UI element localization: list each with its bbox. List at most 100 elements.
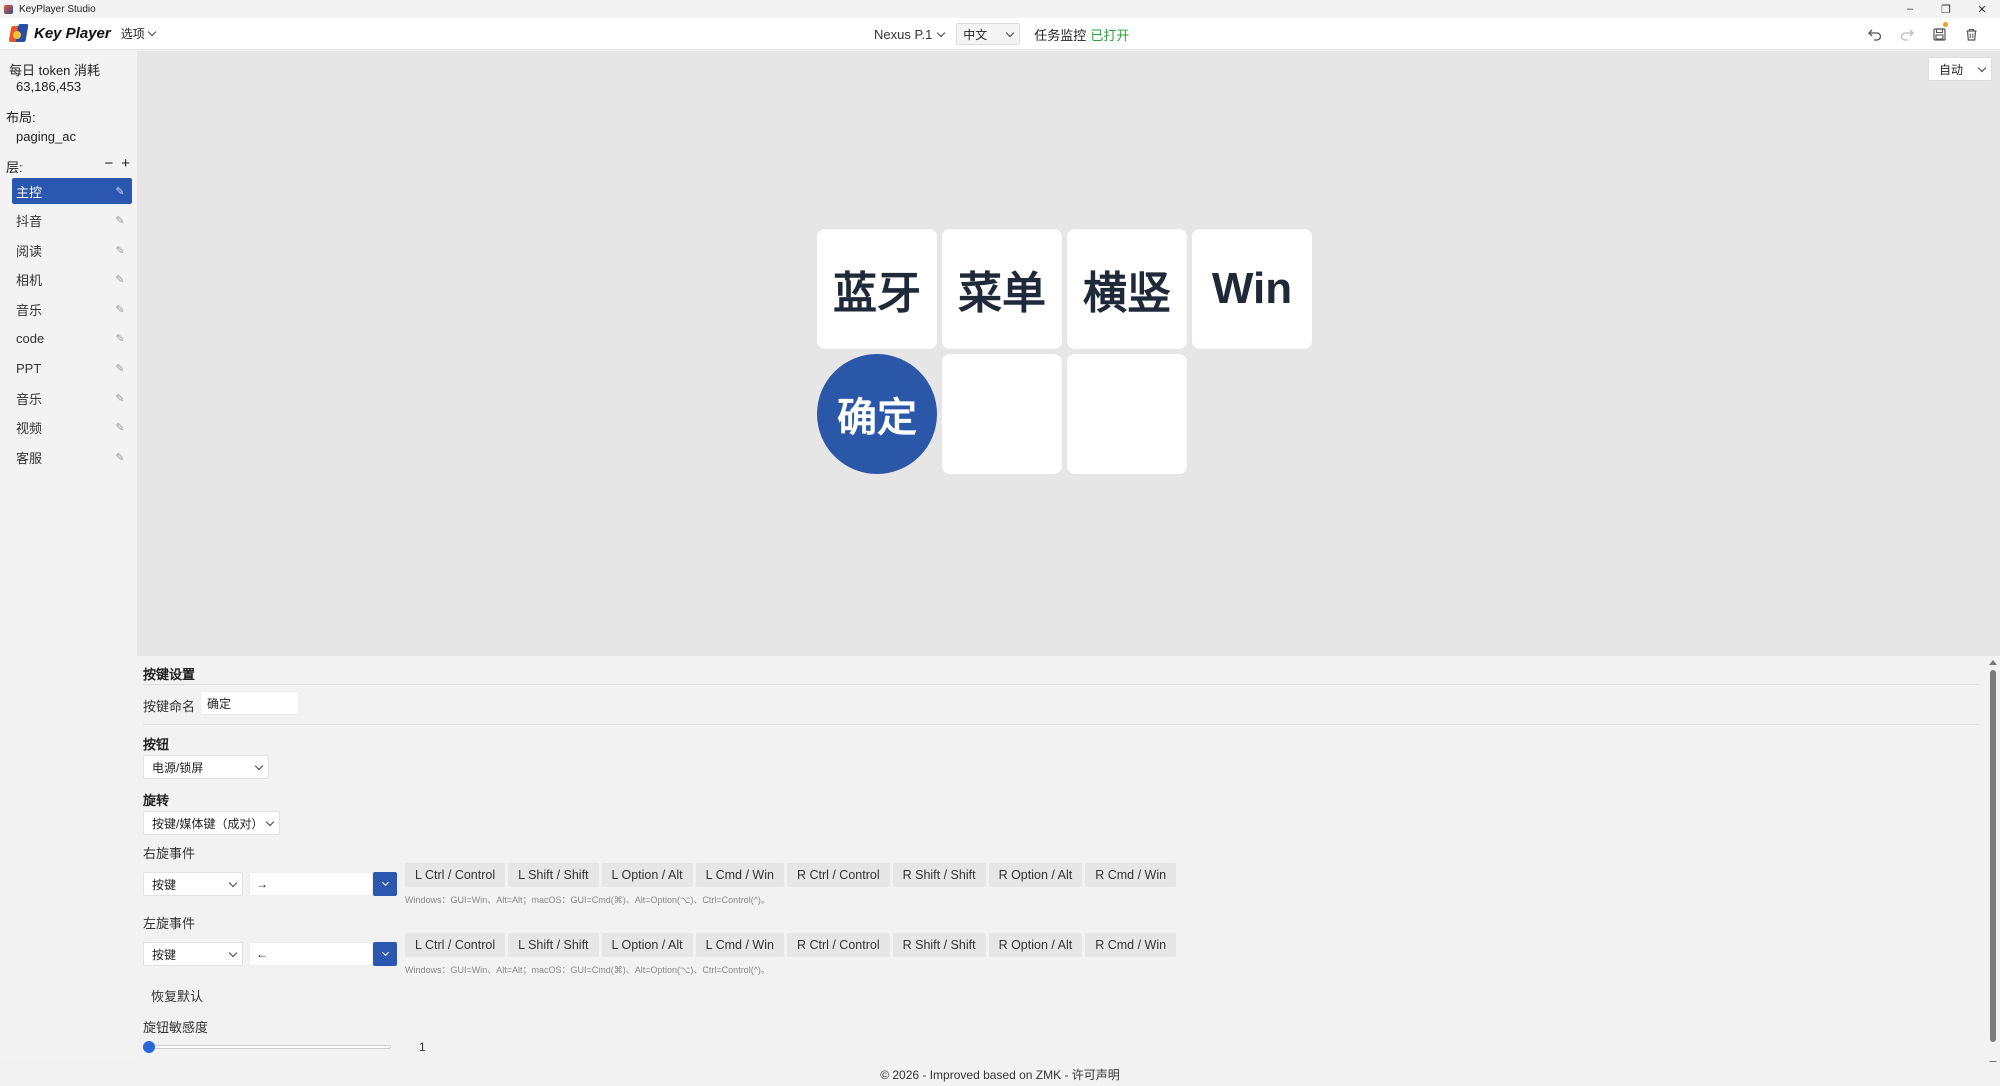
minimize-icon[interactable]: –	[1892, 0, 1928, 18]
layer-item[interactable]: 相机 ✎	[12, 267, 132, 293]
knob-confirm[interactable]: 确定	[817, 354, 937, 474]
key-menu[interactable]: 菜单	[942, 229, 1062, 349]
layer-item[interactable]: code ✎	[12, 326, 132, 352]
edit-icon[interactable]: ✎	[114, 392, 126, 405]
mode-value: 自动	[1939, 62, 1964, 77]
scrollbar-thumb[interactable]	[1990, 670, 1996, 1042]
modifier-button[interactable]: R Cmd / Win	[1085, 933, 1177, 957]
edit-icon[interactable]: ✎	[114, 303, 126, 316]
edit-icon[interactable]: ✎	[114, 451, 126, 464]
toolbar: Key Player 选项 Nexus P.1 中文 任务监控 已打开	[0, 18, 2000, 50]
rotate-mode-select[interactable]: 按键/媒体键（成对）	[143, 811, 280, 835]
key-name-input[interactable]: 确定	[200, 691, 299, 715]
token-label: 每日 token 消耗	[9, 63, 101, 78]
left-key-input[interactable]: ←	[249, 942, 373, 966]
remove-layer-icon[interactable]: −	[104, 156, 113, 176]
edit-icon[interactable]: ✎	[114, 363, 126, 375]
right-key-input[interactable]: →	[249, 872, 373, 896]
modifier-button[interactable]: R Shift / Shift	[892, 863, 986, 887]
language-select[interactable]: 中文	[956, 23, 1021, 45]
right-modifier-row: L Ctrl / Control L Shift / Shift L Optio…	[405, 863, 1177, 887]
layer-item[interactable]: 主控 ✎	[12, 178, 132, 204]
key-bluetooth[interactable]: 蓝牙	[817, 229, 937, 349]
layer-item[interactable]: 客服 ✎	[12, 444, 132, 470]
edit-icon[interactable]: ✎	[114, 333, 126, 345]
layer-item[interactable]: 阅读 ✎	[12, 237, 132, 263]
button-action-value: 电源/锁屏	[152, 760, 204, 775]
undo-icon[interactable]	[1866, 25, 1884, 43]
modifier-button[interactable]: L Cmd / Win	[695, 933, 784, 957]
chevron-down-icon	[228, 948, 238, 957]
layer-item[interactable]: 视频 ✎	[12, 415, 132, 441]
edit-icon[interactable]: ✎	[114, 215, 126, 227]
settings-scrollbar[interactable]	[1985, 656, 2000, 1066]
layer-label: 相机	[16, 273, 43, 289]
key-orientation[interactable]: 横竖	[1067, 229, 1187, 349]
layer-item[interactable]: PPT ✎	[12, 356, 132, 382]
modifier-button[interactable]: L Ctrl / Control	[405, 863, 506, 887]
layer-label: 音乐	[16, 391, 43, 407]
window-controls: – ❐ ✕	[1892, 0, 2000, 18]
modifier-button[interactable]: L Shift / Shift	[508, 863, 599, 887]
left-key-dropdown-button[interactable]	[373, 942, 397, 966]
button-action-select[interactable]: 电源/锁屏	[143, 755, 269, 779]
add-layer-icon[interactable]: +	[121, 156, 130, 176]
scroll-up-icon[interactable]	[1989, 660, 1997, 665]
modifier-button[interactable]: L Option / Alt	[601, 933, 693, 957]
modifier-button[interactable]: R Ctrl / Control	[786, 933, 890, 957]
divider	[143, 684, 1979, 685]
logo: Key Player	[8, 23, 111, 45]
layer-item[interactable]: 抖音 ✎	[12, 208, 132, 234]
key-win[interactable]: Win	[1192, 229, 1312, 349]
modifier-button[interactable]: R Option / Alt	[988, 933, 1083, 957]
window-title: KeyPlayer Studio	[19, 3, 96, 15]
modifier-hint: Windows：GUI=Win、Alt=Alt；macOS：GUI=Cmd(⌘)…	[405, 965, 770, 975]
edit-icon[interactable]: ✎	[114, 422, 126, 434]
layer-item[interactable]: 音乐 ✎	[12, 296, 132, 322]
device-select[interactable]: Nexus P.1	[874, 27, 946, 42]
close-icon[interactable]: ✕	[1964, 0, 2000, 18]
right-event-label: 右旋事件	[143, 846, 196, 861]
modifier-button[interactable]: R Shift / Shift	[892, 933, 986, 957]
sensitivity-value: 1	[419, 1040, 426, 1054]
modifier-button[interactable]: L Option / Alt	[601, 863, 693, 887]
modifier-button[interactable]: R Cmd / Win	[1085, 863, 1177, 887]
trash-icon[interactable]	[1962, 25, 1980, 43]
keyboard-canvas: 自动 蓝牙 菜单 横竖 Win 确定	[137, 51, 2000, 656]
redo-icon[interactable]	[1898, 25, 1916, 43]
maximize-icon[interactable]: ❐	[1928, 0, 1964, 18]
monitor-status[interactable]: 已打开	[1090, 25, 1129, 44]
right-event-type-select[interactable]: 按键	[143, 872, 243, 896]
footer-text[interactable]: © 2026 - Improved based on ZMK - 许可声明	[880, 1066, 1120, 1083]
modifier-button[interactable]: L Shift / Shift	[508, 933, 599, 957]
window-titlebar: KeyPlayer Studio – ❐ ✕	[0, 0, 2000, 18]
layer-label: 音乐	[16, 302, 43, 318]
section-title: 按键设置	[143, 667, 196, 682]
sensitivity-slider-thumb[interactable]	[143, 1041, 155, 1053]
chevron-down-icon	[1977, 63, 1987, 72]
logo-icon	[8, 23, 30, 45]
left-event-type-select[interactable]: 按键	[143, 942, 243, 966]
toolbar-actions	[1866, 18, 1980, 50]
modifier-button[interactable]: R Option / Alt	[988, 863, 1083, 887]
layer-label: code	[16, 331, 45, 347]
options-label: 选项	[120, 27, 145, 41]
mode-select[interactable]: 自动	[1928, 57, 1992, 81]
edit-icon[interactable]: ✎	[114, 185, 126, 198]
options-menu[interactable]: 选项	[120, 25, 156, 42]
key-empty[interactable]	[942, 354, 1062, 474]
edit-icon[interactable]: ✎	[114, 244, 126, 257]
modifier-button[interactable]: L Cmd / Win	[695, 863, 784, 887]
left-modifier-row: L Ctrl / Control L Shift / Shift L Optio…	[405, 933, 1177, 957]
reset-default-button[interactable]: 恢复默认	[147, 986, 207, 1005]
name-label: 按键命名	[143, 699, 196, 714]
right-key-dropdown-button[interactable]	[373, 872, 397, 896]
edit-icon[interactable]: ✎	[114, 274, 126, 286]
modifier-button[interactable]: L Ctrl / Control	[405, 933, 506, 957]
layer-item[interactable]: 音乐 ✎	[12, 385, 132, 411]
layout-value[interactable]: paging_ac	[16, 129, 76, 144]
key-empty[interactable]	[1067, 354, 1187, 474]
sensitivity-slider[interactable]	[147, 1045, 391, 1049]
save-icon[interactable]	[1930, 22, 1948, 43]
modifier-button[interactable]: R Ctrl / Control	[786, 863, 890, 887]
